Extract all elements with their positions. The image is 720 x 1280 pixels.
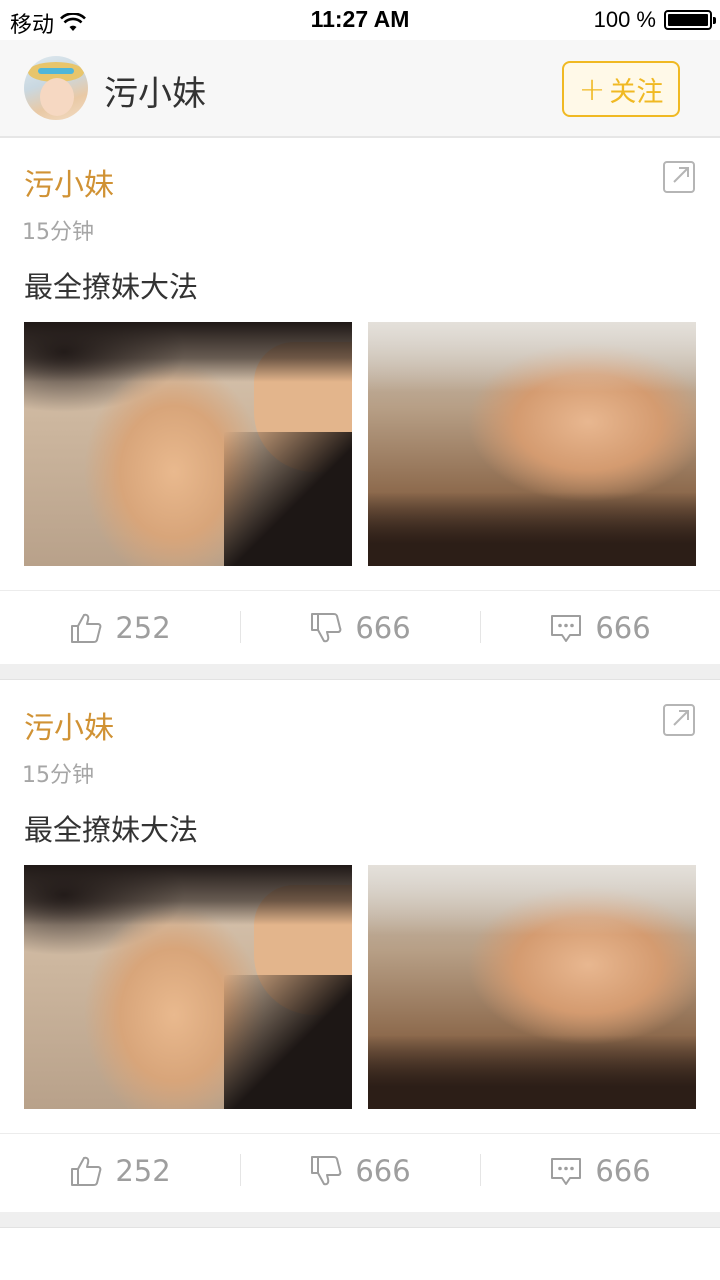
thumbs-down-icon xyxy=(311,1155,342,1185)
like-button[interactable]: 252 xyxy=(0,591,240,664)
post-card: 污小妹 15分钟 最全撩妹大法 252 666 666 xyxy=(0,138,720,664)
thumbs-up-icon xyxy=(71,1156,102,1186)
dislike-button[interactable]: 666 xyxy=(240,1134,480,1207)
like-button[interactable]: 252 xyxy=(0,1134,240,1207)
status-bar: 移动 11:27 AM 100 % xyxy=(0,0,720,40)
dislike-count: 666 xyxy=(355,1153,411,1188)
post-divider xyxy=(0,1212,720,1228)
post-divider xyxy=(0,664,720,680)
post-text[interactable]: 最全撩妹大法 xyxy=(24,264,198,306)
post-author[interactable]: 污小妹 xyxy=(24,703,114,747)
thumbs-down-icon xyxy=(311,612,342,642)
post-action-bar: 252 666 666 xyxy=(0,1133,720,1207)
comment-bubble-icon xyxy=(551,614,582,642)
post-text[interactable]: 最全撩妹大法 xyxy=(24,807,198,849)
comment-button[interactable]: 666 xyxy=(480,1134,720,1207)
plus-icon: + xyxy=(578,70,606,108)
comment-bubble-icon xyxy=(551,1157,582,1185)
avatar[interactable] xyxy=(24,56,88,120)
battery-icon xyxy=(664,10,716,30)
share-external-icon[interactable] xyxy=(662,703,696,737)
post-image[interactable] xyxy=(368,865,696,1109)
dislike-button[interactable]: 666 xyxy=(240,591,480,664)
comment-count: 666 xyxy=(595,1153,651,1188)
comment-button[interactable]: 666 xyxy=(480,591,720,664)
dislike-count: 666 xyxy=(355,610,411,645)
post-author[interactable]: 污小妹 xyxy=(24,160,114,204)
thumbs-up-icon xyxy=(71,613,102,643)
post-image[interactable] xyxy=(24,322,352,566)
post-card: 污小妹 15分钟 最全撩妹大法 252 666 666 xyxy=(0,681,720,1207)
post-image[interactable] xyxy=(24,865,352,1109)
share-external-icon[interactable] xyxy=(662,160,696,194)
profile-header: 污小妹 + 关注 xyxy=(0,40,720,138)
post-time: 15分钟 xyxy=(22,763,94,788)
comment-count: 666 xyxy=(595,610,651,645)
follow-label: 关注 xyxy=(609,76,664,108)
post-action-bar: 252 666 666 xyxy=(0,590,720,664)
follow-button[interactable]: + 关注 xyxy=(562,61,680,117)
battery-indicator: 100 % xyxy=(593,7,716,33)
battery-percent: 100 % xyxy=(593,7,656,32)
post-time: 15分钟 xyxy=(22,220,94,245)
post-image[interactable] xyxy=(368,322,696,566)
like-count: 252 xyxy=(115,610,171,645)
like-count: 252 xyxy=(115,1153,171,1188)
page-title: 污小妹 xyxy=(104,74,206,114)
